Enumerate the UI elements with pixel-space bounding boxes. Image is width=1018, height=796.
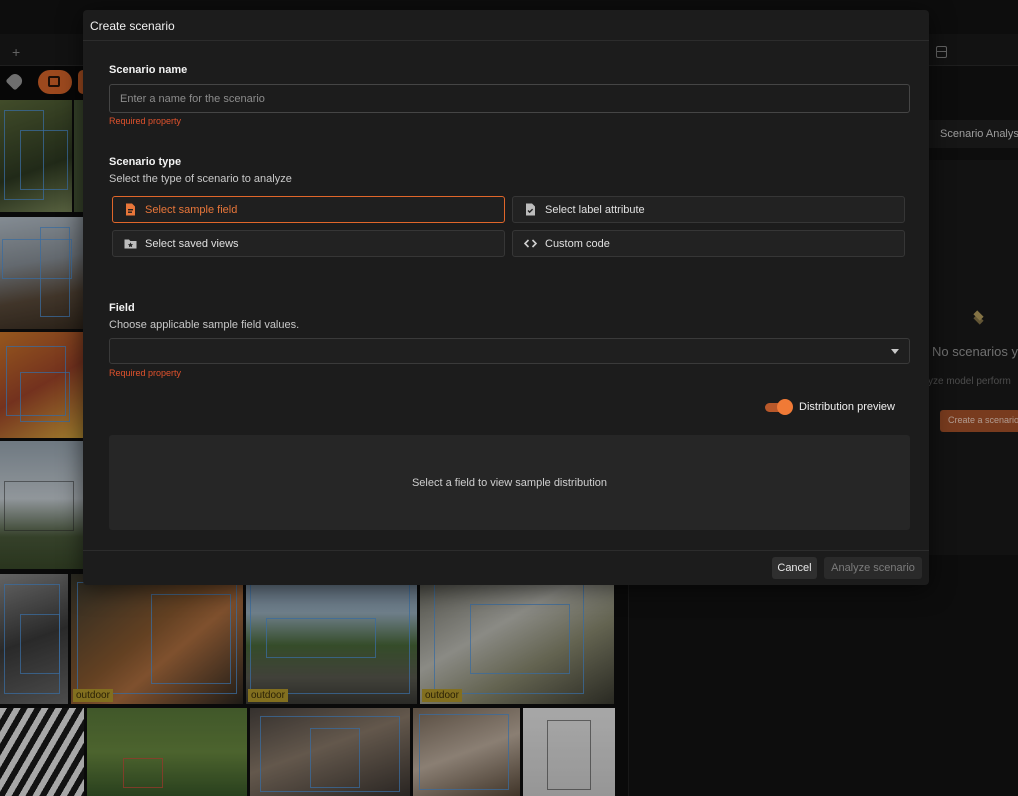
create-scenario-modal: Create scenario Scenario name Required p… [83, 10, 929, 585]
field-label: Field [109, 302, 135, 314]
folder-star-icon [124, 239, 137, 249]
distribution-preview-toggle[interactable] [763, 399, 793, 415]
field-select[interactable] [109, 338, 910, 364]
scenario-name-label: Scenario name [109, 64, 188, 76]
app-root: + outdoor outdoor outdoor Scenario Analy… [0, 0, 1018, 796]
distribution-empty-message: Select a field to view sample distributi… [411, 477, 608, 489]
code-brackets-icon [524, 239, 537, 248]
footer-divider [83, 550, 929, 551]
header-divider [83, 40, 929, 41]
caret-down-icon [891, 349, 899, 354]
scenario-type-label: Scenario type [109, 156, 182, 168]
document-field-icon [126, 203, 135, 216]
toggle-knob [777, 399, 793, 415]
analyze-scenario-button[interactable]: Analyze scenario [824, 557, 922, 579]
option-select-label-attribute[interactable]: Select label attribute [512, 196, 905, 223]
cancel-button[interactable]: Cancel [772, 557, 817, 579]
scenario-name-error: Required property [109, 116, 182, 126]
modal-title: Create scenario [90, 19, 175, 33]
option-select-sample-field[interactable]: Select sample field [112, 196, 505, 223]
field-error: Required property [109, 368, 182, 378]
distribution-preview-label: Distribution preview [799, 401, 895, 413]
scenario-name-input[interactable] [109, 84, 910, 113]
option-label: Select label attribute [545, 204, 645, 216]
option-label: Select saved views [145, 238, 239, 250]
option-label: Select sample field [145, 204, 238, 216]
document-check-icon [526, 203, 535, 216]
distribution-preview-panel: Select a field to view sample distributi… [109, 435, 910, 530]
option-select-saved-views[interactable]: Select saved views [112, 230, 505, 257]
field-description: Choose applicable sample field values. [109, 319, 300, 331]
option-label: Custom code [545, 238, 610, 250]
option-custom-code[interactable]: Custom code [512, 230, 905, 257]
scenario-type-description: Select the type of scenario to analyze [109, 173, 292, 185]
